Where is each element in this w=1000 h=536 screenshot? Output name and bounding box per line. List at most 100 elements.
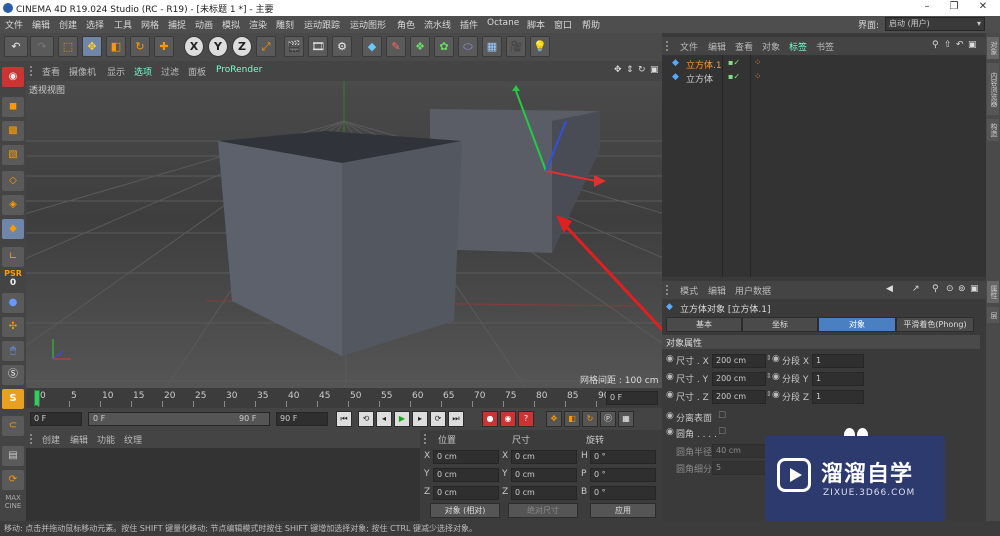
side-tab-attributes[interactable]: 属性 (987, 281, 999, 303)
range-slider[interactable]: 0 F 90 F (88, 412, 270, 426)
workplane-mode-icon[interactable]: ▧ (2, 145, 24, 165)
size-y-input[interactable]: 200 cm (712, 372, 766, 386)
size-x-input[interactable]: 200 cm (712, 354, 766, 368)
obj-menu-objects[interactable]: 对象 (762, 40, 780, 53)
texture-mode-icon[interactable]: ▩ (2, 121, 24, 141)
material-menu-texture[interactable]: 纹理 (124, 433, 142, 446)
menu-animate[interactable]: 动画 (195, 18, 213, 31)
y-axis-lock-icon[interactable]: Y (208, 36, 228, 57)
size-x-field[interactable]: 0 cm (511, 450, 577, 464)
menu-select[interactable]: 选择 (86, 18, 104, 31)
undo-icon[interactable]: ↶ (4, 36, 28, 57)
side-tab-objects[interactable]: 对象 (987, 37, 999, 59)
material-menu-create[interactable]: 创建 (42, 433, 60, 446)
menu-create[interactable]: 创建 (59, 18, 77, 31)
cube-1-right-face[interactable] (342, 141, 462, 356)
obj-menu-view[interactable]: 查看 (735, 40, 753, 53)
menu-window[interactable]: 窗口 (554, 18, 572, 31)
render-picture-viewer-icon[interactable]: 🎞 (308, 36, 328, 57)
fillet-checkbox[interactable]: ☐ (718, 427, 726, 437)
deformer-icon[interactable]: ⬭ (458, 36, 478, 57)
up-icon[interactable]: ⇧ (944, 40, 952, 50)
material-menu-function[interactable]: 功能 (97, 433, 115, 446)
go-to-start-icon[interactable]: ⏮ (336, 411, 352, 427)
size-z-field[interactable]: 0 cm (511, 486, 577, 500)
menu-simulate[interactable]: 模拟 (222, 18, 240, 31)
menu-file[interactable]: 文件 (5, 18, 23, 31)
material-tag-icon[interactable]: ⁘ (754, 72, 762, 82)
pos-y-field[interactable]: 0 cm (433, 468, 499, 482)
recent-tool-icon[interactable]: ✚ (154, 36, 174, 57)
timeline-end-field[interactable]: 0 F (606, 391, 658, 405)
viewport-menu-display[interactable]: 显示 (107, 65, 125, 78)
redo-icon[interactable]: ↷ (30, 36, 54, 57)
object-name[interactable]: 立方体 (686, 72, 713, 85)
scale-tool-icon[interactable]: ◧ (106, 36, 126, 57)
lock-icon[interactable]: ⊙ (946, 284, 954, 294)
layout-dropdown[interactable]: 启动 (用户) ▾ (885, 17, 985, 31)
key-pla-icon[interactable]: ▦ (618, 411, 634, 427)
menu-edit[interactable]: 编辑 (32, 18, 50, 31)
seg-x-input[interactable]: 1 (812, 354, 864, 368)
render-view-icon[interactable]: 🎬 (284, 36, 304, 57)
viewport-menu-cameras[interactable]: 摄像机 (69, 65, 96, 78)
tab-object[interactable]: 对象 (818, 317, 896, 332)
viewport-pan-icon[interactable]: ✥ (614, 65, 622, 75)
search-icon[interactable]: ⚲ (932, 40, 939, 50)
coordinate-system-icon[interactable]: ⤢ (256, 36, 276, 57)
rot-b-field[interactable]: 0 ° (590, 486, 656, 500)
live-select-icon[interactable]: ⬚ (58, 36, 78, 57)
pos-x-field[interactable]: 0 cm (433, 450, 499, 464)
radio-icon[interactable]: ◉ (772, 390, 780, 400)
menu-script[interactable]: 脚本 (527, 18, 545, 31)
radio-icon[interactable]: ◉ (666, 390, 674, 400)
play-icon[interactable]: ▶ (394, 411, 410, 427)
s-plugin-icon[interactable]: S (2, 389, 24, 409)
light-icon[interactable]: 💡 (530, 36, 550, 57)
obj-menu-file[interactable]: 文件 (680, 40, 698, 53)
perspective-viewport[interactable]: 透视视图 网格间距 : 100 cm (26, 81, 662, 388)
radio-icon[interactable]: ◉ (772, 354, 780, 364)
solo-icon[interactable]: Ⓢ (2, 365, 24, 385)
size-mode-dropdown[interactable]: 绝对尺寸 (508, 503, 578, 518)
material-menu-edit[interactable]: 编辑 (70, 433, 88, 446)
menu-mesh[interactable]: 网格 (141, 18, 159, 31)
tab-phong[interactable]: 平滑着色(Phong) (896, 317, 974, 332)
viewport-menu-prorender[interactable]: ProRender (216, 65, 262, 75)
x-axis-lock-icon[interactable]: X (184, 36, 204, 57)
radio-icon[interactable]: ◉ (772, 372, 780, 382)
mouse-icon[interactable]: 🖱 (2, 341, 24, 361)
tab-coord[interactable]: 坐标 (742, 317, 818, 332)
radio-icon[interactable]: ◉ (666, 411, 674, 421)
camera-icon[interactable]: 🎥 (506, 36, 526, 57)
max-frame-field[interactable]: 90 F (276, 412, 328, 426)
side-tab-content-browser[interactable]: 内容浏览器 (987, 63, 999, 115)
visibility-toggle-icon[interactable]: ▪✓ (728, 58, 740, 67)
cube-object-icon[interactable]: ◆ (362, 36, 382, 57)
viewport-menu-view[interactable]: 查看 (42, 65, 60, 78)
previous-key-icon[interactable]: ⟲ (358, 411, 374, 427)
points-mode-icon[interactable]: ◇ (2, 171, 24, 191)
axis-mode-icon[interactable]: ∟ (2, 247, 24, 267)
tweak-mode-icon[interactable]: ● (2, 293, 24, 313)
menu-octane[interactable]: Octane (487, 18, 519, 28)
viewport-zoom-icon[interactable]: ⇕ (626, 65, 634, 75)
floor-icon[interactable]: ▦ (482, 36, 502, 57)
tab-basic[interactable]: 基本 (666, 317, 742, 332)
cube-1-left-face[interactable] (218, 141, 342, 356)
model-mode-icon[interactable]: ◼ (2, 97, 24, 117)
menu-plugins[interactable]: 插件 (460, 18, 478, 31)
make-editable-icon[interactable]: ◉ (2, 67, 24, 87)
grid-lock-icon[interactable]: ▤ (2, 446, 24, 466)
menu-mograph[interactable]: 运动图形 (350, 18, 386, 31)
radio-icon[interactable]: ◉ (666, 427, 674, 437)
menu-snap[interactable]: 捕捉 (168, 18, 186, 31)
radio-icon[interactable]: ◉ (666, 354, 674, 364)
pos-z-field[interactable]: 0 cm (433, 486, 499, 500)
cycle-icon[interactable]: ⟳ (2, 470, 24, 490)
keyframe-selection-icon[interactable]: ? (518, 411, 534, 427)
viewport-menu-panel[interactable]: 面板 (188, 65, 206, 78)
rot-h-field[interactable]: 0 ° (590, 450, 656, 464)
radio-icon[interactable]: ◉ (666, 372, 674, 382)
next-key-icon[interactable]: ⟳ (430, 411, 446, 427)
